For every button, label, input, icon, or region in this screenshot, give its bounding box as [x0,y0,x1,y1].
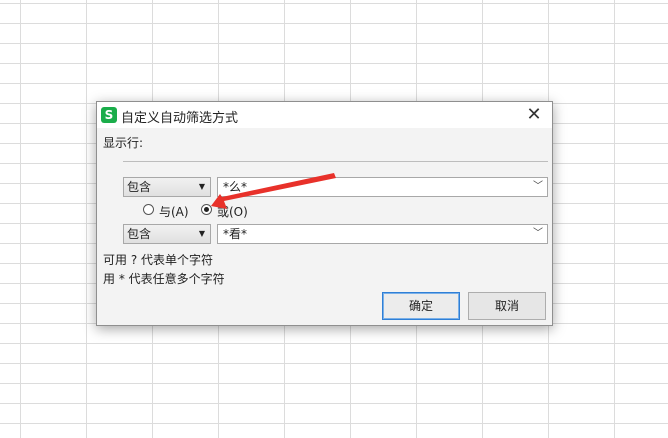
wps-spreadsheet-icon: S [101,107,117,123]
ok-button[interactable]: 确定 [382,292,460,320]
condition2-operator-select[interactable]: 包含 ▼ [123,224,211,244]
wildcard-hint-multi: 用 * 代表任意多个字符 [103,272,225,286]
chevron-down-icon: ﹀ [533,228,543,239]
condition2-operator-value: 包含 [127,227,152,241]
radio-or-circle[interactable] [201,204,212,215]
condition1-operator-select[interactable]: 包含 ▼ [123,177,211,197]
condition1-value-text: *么* [223,180,248,194]
condition1-operator-value: 包含 [127,180,152,194]
chevron-down-icon: ﹀ [533,181,543,192]
condition2-value-combobox[interactable]: *看* ﹀ [217,224,548,244]
cancel-button[interactable]: 取消 [468,292,546,320]
radio-and-circle[interactable] [143,204,154,215]
dropdown-arrow-icon: ▼ [198,229,205,238]
show-rows-label: 显示行: [103,136,144,150]
dialog-title: 自定义自动筛选方式 [121,111,239,126]
close-icon[interactable]: ✕ [524,105,544,125]
wildcard-hint-single: 可用 ? 代表单个字符 [103,253,213,267]
radio-and-label[interactable]: 与(A) [159,203,189,220]
radio-or-label[interactable]: 或(O) [217,203,248,220]
dialog-titlebar: S 自定义自动筛选方式 ✕ [97,102,552,128]
dropdown-arrow-icon: ▼ [198,182,205,191]
custom-autofilter-dialog: S 自定义自动筛选方式 ✕ 显示行: 包含 ▼ *么* ﹀ 与(A) 或(O) … [96,101,553,326]
condition2-value-text: *看* [223,227,248,241]
separator-line [123,161,548,162]
condition1-value-combobox[interactable]: *么* ﹀ [217,177,548,197]
